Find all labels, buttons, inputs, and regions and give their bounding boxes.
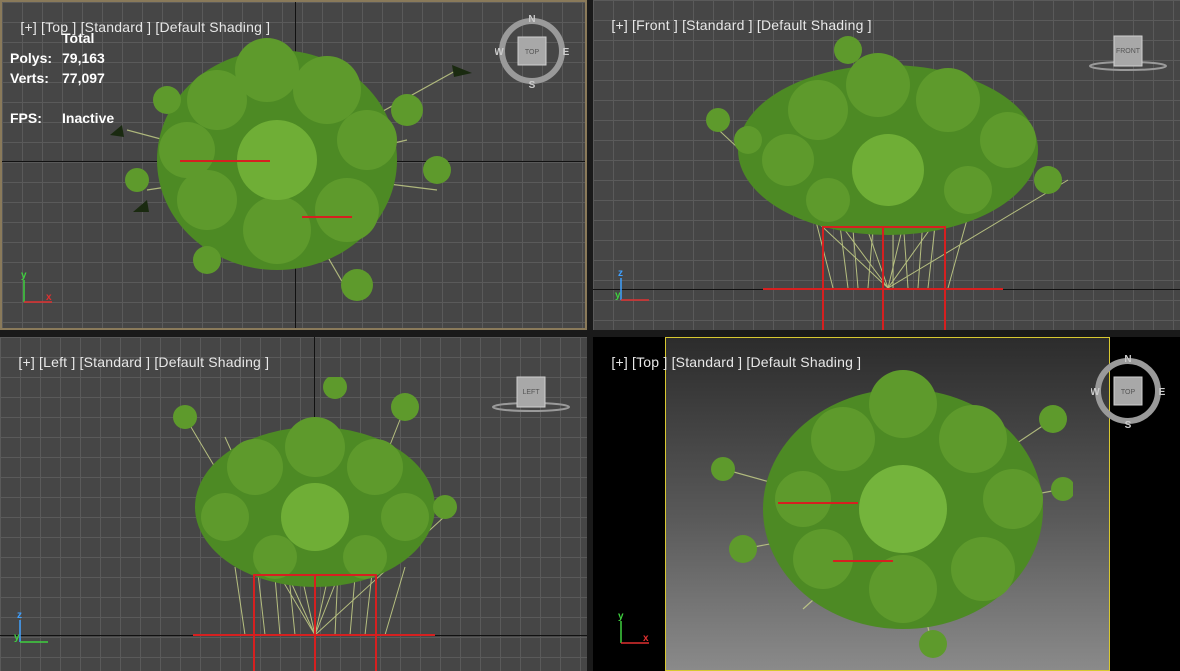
compass-east: E [563,47,570,58]
axis-y-label: y [618,611,624,622]
axis-tripod-icon: z y [14,610,48,644]
compass-south: S [529,80,536,90]
axis-x-label: x [643,633,649,644]
axis-z-label: z [17,610,22,621]
viewcube-icon[interactable]: FRONT [1087,30,1169,74]
viewport-label-front[interactable]: [+] [Front ] [Standard ] [Default Shadin… [595,1,872,49]
viewport-shading-menu[interactable]: [Default Shading ] [746,354,861,370]
axis-y-label: y [14,632,20,643]
scene-statistics: Total Polys: 79,163 Verts: 77,097 FPS: Inac… [10,30,114,130]
plant-top-view[interactable] [107,20,487,310]
origin-marker [944,226,946,330]
axis-y-label: y [21,270,27,281]
axis-x-label: x [46,292,52,303]
viewcube-icon[interactable]: LEFT [490,371,572,415]
plant-shaded-view[interactable] [703,359,1073,659]
origin-marker [822,226,824,330]
viewcube-face-label: TOP [525,49,540,56]
viewcube-face-label: LEFT [522,389,540,396]
polys-label: Polys: [10,50,53,66]
viewport-standard-menu[interactable]: [Standard ] [672,354,743,370]
origin-marker [882,226,884,330]
origin-marker [314,574,316,671]
viewcube-face-label: FRONT [1116,48,1141,55]
axis-z-label: z [618,268,623,279]
viewport-menu-plus[interactable]: [+] [18,354,35,370]
plant-left-view[interactable] [165,377,475,642]
viewport-label-shaded[interactable]: [+] [Top ] [Standard ] [Default Shading … [595,338,861,386]
axis-tripod-icon: y x [615,611,649,645]
origin-marker [180,160,270,162]
viewport-shading-menu[interactable]: [Default Shading ] [154,354,269,370]
viewport-top[interactable]: [+] [Top ] [Standard ] [Default Shading … [0,0,587,330]
viewcube-icon[interactable]: TOP N S E W [1091,352,1167,430]
viewport-menu-plus[interactable]: [+] [611,17,628,33]
origin-marker [302,216,352,218]
stats-header: Total [62,30,95,46]
fps-value: Inactive [62,110,115,126]
origin-marker [375,574,377,671]
compass-north: N [528,14,535,25]
compass-west: W [495,47,504,58]
origin-marker [778,502,858,504]
viewport-shaded-top[interactable]: [+] [Top ] [Standard ] [Default Shading … [593,337,1180,671]
viewport-view-menu[interactable]: [Front ] [632,17,678,33]
viewport-standard-menu[interactable]: [Standard ] [682,17,753,33]
viewport-view-menu[interactable]: [Top ] [632,354,667,370]
fps-label: FPS: [10,110,42,126]
viewport-standard-menu[interactable]: [Standard ] [80,354,151,370]
origin-marker [833,560,893,562]
compass-west: W [1091,387,1100,398]
viewport-left[interactable]: [+] [Left ] [Standard ] [Default Shading… [0,337,587,671]
viewport-label-left[interactable]: [+] [Left ] [Standard ] [Default Shading… [2,338,269,386]
compass-south: S [1125,420,1132,430]
verts-label: Verts: [10,70,49,86]
viewport-front[interactable]: [+] [Front ] [Standard ] [Default Shadin… [593,0,1180,330]
viewport-view-menu[interactable]: [Left ] [39,354,75,370]
origin-marker [822,226,946,228]
origin-marker [253,574,377,576]
compass-east: E [1159,387,1166,398]
viewcube-face-label: TOP [1121,389,1136,396]
origin-marker [253,574,255,671]
polys-value: 79,163 [62,50,105,66]
compass-north: N [1124,354,1131,365]
viewcube-icon[interactable]: TOP N S E W [495,12,571,90]
viewport-shading-menu[interactable]: [Default Shading ] [155,19,270,35]
viewport-menu-plus[interactable]: [+] [611,354,628,370]
verts-value: 77,097 [62,70,105,86]
plant-front-view[interactable] [688,30,1088,295]
axis-y-label: y [615,290,621,301]
viewport-shading-menu[interactable]: [Default Shading ] [757,17,872,33]
axis-tripod-icon: z y [615,268,649,302]
axis-tripod-icon: y x [18,270,52,304]
